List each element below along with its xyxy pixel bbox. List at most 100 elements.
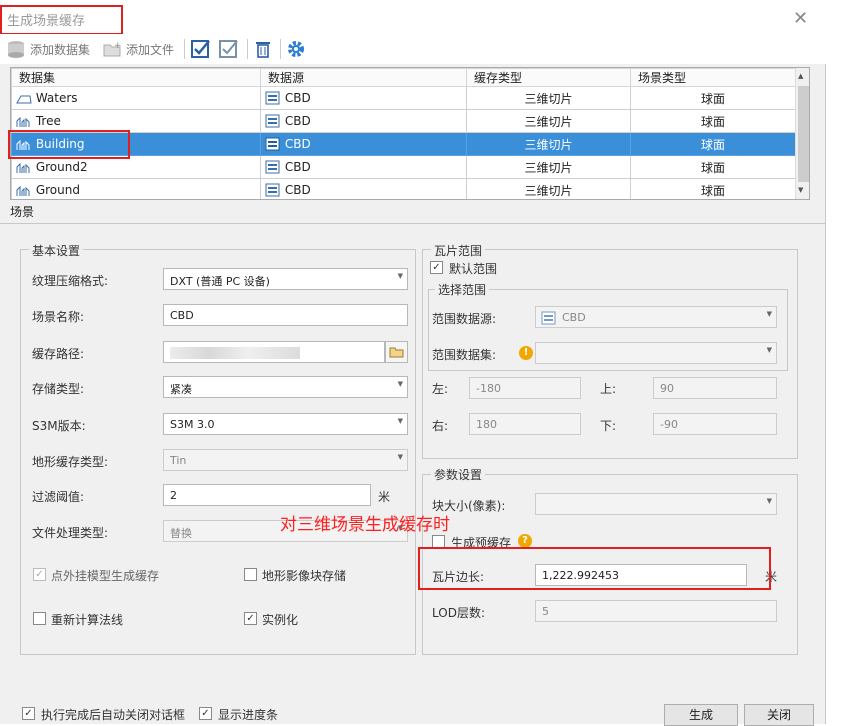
lod-input[interactable]: 5 (535, 600, 777, 622)
storage-select[interactable]: 紧凑 ▼ (163, 376, 408, 398)
scene-name-input[interactable]: CBD (163, 304, 408, 326)
datasource-icon (265, 91, 280, 105)
generate-button[interactable]: 生成 (664, 704, 738, 726)
tab-scene[interactable]: 场景 (10, 203, 34, 220)
row-highlight-box (8, 130, 130, 159)
scroll-up-icon[interactable]: ▲ (798, 72, 803, 80)
source-name: CBD (284, 113, 311, 128)
database-icon (8, 41, 24, 58)
datasource-icon (541, 311, 556, 325)
recompute-normals-label: 重新计算法线 (51, 613, 124, 627)
add-file-button[interactable]: + 添加文件 (102, 39, 174, 59)
column-header[interactable]: 数据集 (11, 68, 261, 87)
range-source-select[interactable]: CBD ▼ (535, 306, 777, 328)
right-input[interactable]: 180 (469, 413, 581, 435)
table-row[interactable]: Waters CBD 三维切片 球面 (11, 86, 796, 110)
storage-value: 紧凑 (170, 383, 192, 396)
range-source-label: 范围数据源: (432, 312, 497, 326)
help-icon[interactable]: ? (518, 534, 532, 548)
chevron-down-icon: ▼ (397, 453, 403, 461)
default-range-checkbox[interactable]: ✓ (430, 261, 443, 274)
cache-type-cell: 三维切片 (466, 109, 631, 133)
source-name: CBD (284, 90, 311, 105)
cache-path-input[interactable] (163, 341, 385, 363)
basic-settings-title: 基本设置 (29, 242, 84, 259)
source-cell: CBD (260, 178, 467, 199)
browse-folder-button[interactable] (385, 341, 408, 363)
bottom-input[interactable]: -90 (653, 413, 777, 435)
left-label: 左: (432, 382, 449, 396)
invert-selection-button[interactable] (218, 39, 240, 62)
dataset-name: Waters (35, 91, 78, 105)
source-cell: CBD (260, 86, 467, 110)
datasource-icon (265, 137, 280, 151)
chevron-down-icon: ▼ (766, 310, 772, 318)
s3m-value: S3M 3.0 (170, 418, 215, 431)
recompute-normals-checkbox[interactable] (33, 612, 46, 625)
source-name: CBD (284, 182, 311, 197)
file-value: 替换 (170, 527, 192, 540)
scene-type-cell: 球面 (630, 86, 796, 110)
toolbar-divider (247, 39, 248, 59)
warning-icon: ! (519, 346, 533, 360)
dataset-name: Ground (35, 183, 80, 197)
settings-button[interactable] (286, 39, 306, 62)
terrain-label: 地形缓存类型: (32, 455, 109, 469)
close-icon[interactable]: ✕ (793, 8, 808, 29)
file-label: 文件处理类型: (32, 526, 109, 540)
blurred-path-text (170, 347, 300, 359)
grid-scrollbar[interactable]: ▲ ▼ (795, 68, 809, 199)
show-progress-checkbox[interactable]: ✓ (199, 707, 212, 720)
select-all-button[interactable] (190, 39, 212, 62)
chevron-down-icon: ▼ (766, 497, 772, 505)
scroll-down-icon[interactable]: ▼ (798, 186, 803, 194)
toolbar-divider (280, 39, 281, 59)
source-cell: CBD (260, 132, 467, 156)
cache-type-cell: 三维切片 (466, 86, 631, 110)
chevron-down-icon: ▼ (397, 272, 403, 280)
cache-path-label: 缓存路径: (32, 347, 85, 361)
folder-icon (389, 347, 404, 358)
add-file-icon: + (103, 41, 122, 57)
close-button[interactable]: 关闭 (744, 704, 814, 726)
instancing-checkbox[interactable]: ✓ (244, 612, 257, 625)
scene-type-cell: 球面 (630, 178, 796, 199)
invert-selection-icon (219, 40, 238, 58)
model-dataset-icon (16, 185, 30, 196)
toolbar-divider (184, 39, 185, 59)
scene-type-cell: 球面 (630, 132, 796, 156)
terrain-select[interactable]: Tin ▼ (163, 449, 408, 471)
column-header[interactable]: 数据源 (260, 68, 467, 87)
column-header[interactable]: 缓存类型 (466, 68, 631, 87)
delete-button[interactable] (253, 39, 273, 62)
pointcache-label: 点外挂模型生成缓存 (51, 569, 160, 583)
terrain-image-checkbox[interactable] (244, 568, 257, 581)
texture-select[interactable]: DXT (普通 PC 设备) ▼ (163, 268, 408, 290)
s3m-select[interactable]: S3M 3.0 ▼ (163, 413, 408, 435)
scene-name-label: 场景名称: (32, 310, 85, 324)
toolbar: 添加数据集 + 添加文件 (0, 34, 826, 64)
top-label: 上: (600, 382, 617, 396)
filter-input[interactable]: 2 (163, 484, 371, 506)
terrain-value: Tin (170, 454, 187, 467)
scroll-thumb[interactable] (798, 86, 809, 182)
add-file-label: 添加文件 (126, 42, 175, 57)
scene-type-cell: 球面 (630, 109, 796, 133)
gear-icon (288, 41, 304, 57)
left-input[interactable]: -180 (469, 377, 581, 399)
auto-close-checkbox[interactable]: ✓ (22, 707, 35, 720)
bottom-label: 下: (600, 419, 617, 433)
top-input[interactable]: 90 (653, 377, 777, 399)
table-row[interactable]: Ground CBD 三维切片 球面 (11, 178, 796, 199)
cache-type-cell: 三维切片 (466, 155, 631, 179)
block-size-select[interactable]: ▼ (535, 493, 777, 515)
add-dataset-button[interactable]: 添加数据集 (6, 39, 90, 59)
chevron-down-icon: ▼ (397, 417, 403, 425)
annotation-text: 对三维场景生成缓存时 (280, 515, 450, 535)
pointcache-checkbox[interactable]: ✓ (33, 568, 46, 581)
range-dataset-select[interactable]: ▼ (535, 342, 777, 364)
dataset-grid: 数据集 数据源 缓存类型 场景类型 Waters CBD 三维切片 球面 Tre… (10, 67, 810, 200)
texture-value: DXT (普通 PC 设备) (170, 275, 270, 288)
column-header[interactable]: 场景类型 (630, 68, 796, 87)
scene-type-cell: 球面 (630, 155, 796, 179)
